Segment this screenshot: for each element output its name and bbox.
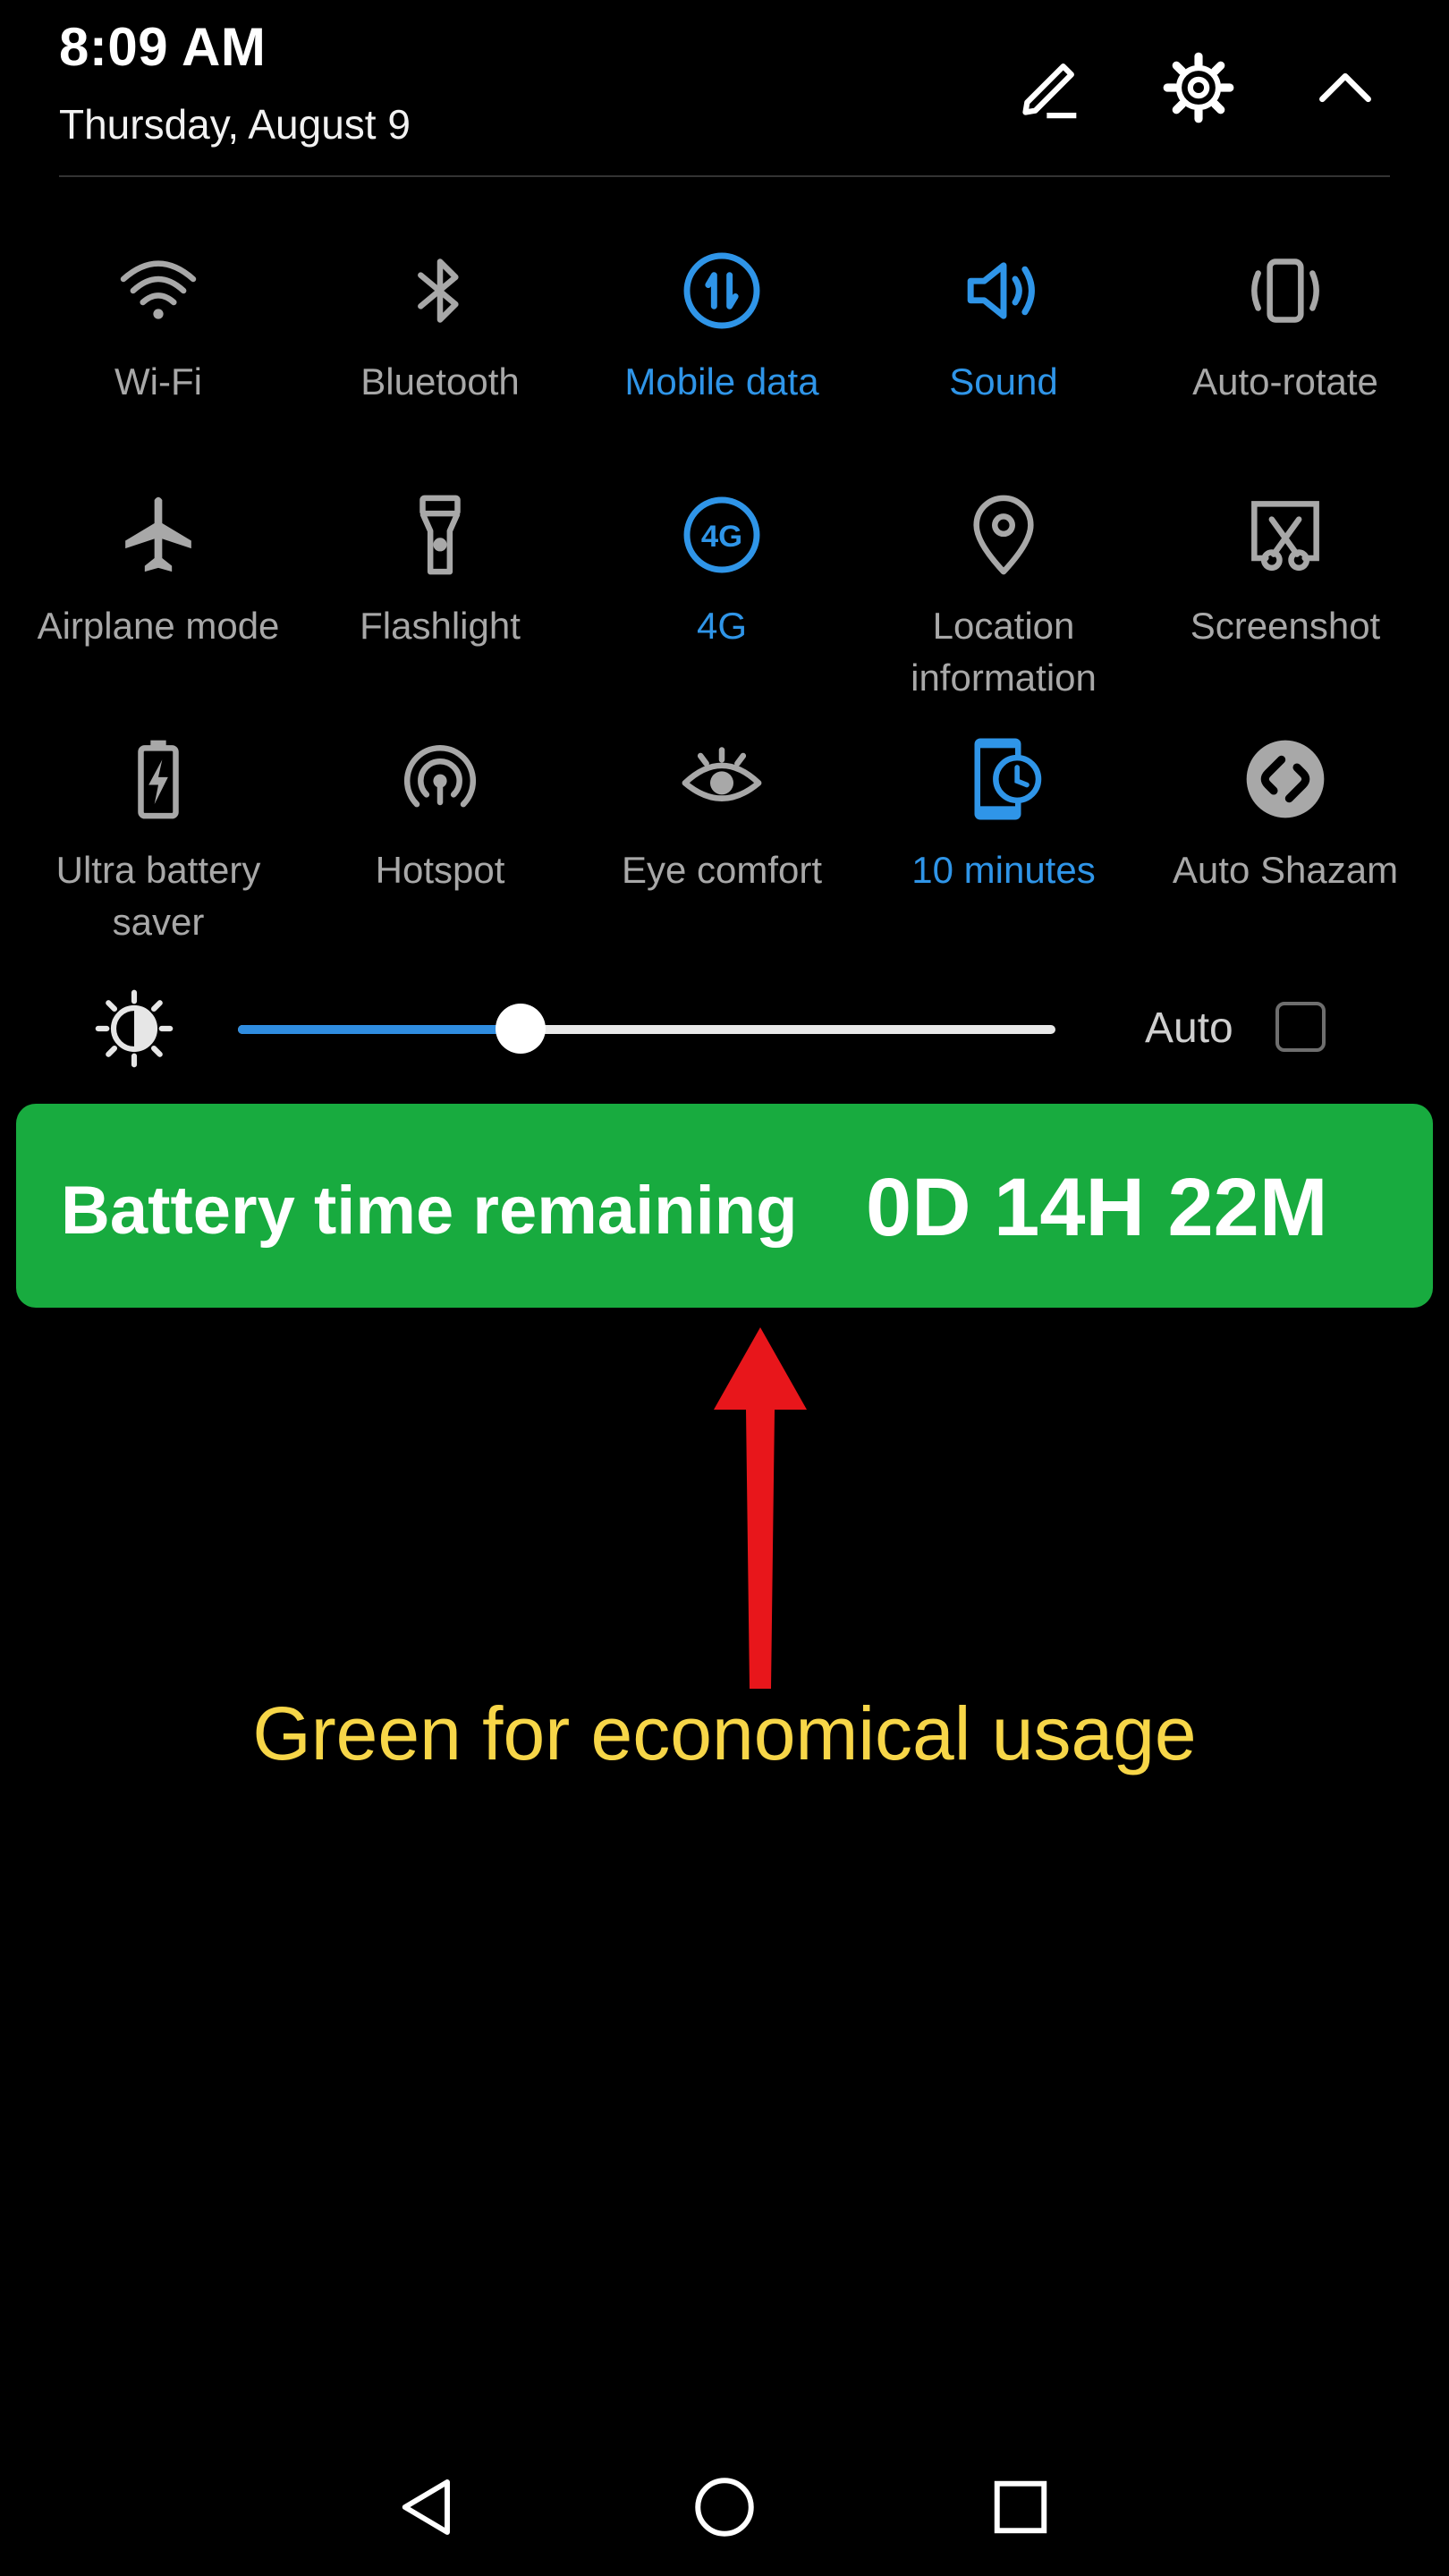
location-pin-icon	[954, 486, 1053, 584]
tile-label: Wi-Fi	[114, 360, 202, 402]
collapse-panel-button[interactable]	[1301, 43, 1390, 132]
annotation-arrow	[707, 1327, 814, 1692]
bluetooth-icon	[391, 242, 489, 340]
tile-label: Bluetooth	[360, 360, 520, 402]
mobile-data-icon	[673, 242, 771, 340]
tile-airplane-mode[interactable]: Airplane mode	[24, 486, 292, 652]
chevron-up-icon	[1319, 72, 1371, 103]
tile-screen-timeout[interactable]: 10 minutes	[869, 730, 1138, 896]
tile-flashlight[interactable]: Flashlight	[306, 486, 574, 652]
settings-gear-icon	[1163, 52, 1234, 123]
eye-icon	[673, 730, 771, 828]
tile-label: Auto Shazam	[1172, 849, 1399, 891]
annotation-caption: Green for economical usage	[252, 1691, 1197, 1775]
tile-screenshot[interactable]: Screenshot	[1151, 486, 1419, 652]
flashlight-icon	[391, 486, 489, 584]
wifi-icon	[109, 242, 208, 340]
brightness-icon	[93, 987, 175, 1070]
tile-hotspot[interactable]: Hotspot	[306, 730, 574, 896]
tile-sound[interactable]: Sound	[869, 242, 1138, 408]
tile-label: 4G	[696, 605, 748, 647]
battery-saver-icon	[109, 730, 208, 828]
header-divider	[59, 175, 1390, 177]
airplane-icon	[109, 486, 208, 584]
home-circle-icon	[695, 2478, 754, 2537]
tile-eye-comfort[interactable]: Eye comfort	[588, 730, 856, 896]
nav-home-button[interactable]	[684, 2467, 765, 2547]
battery-time-value: 0D 14H 22M	[866, 1162, 1328, 1253]
tile-label: Location information	[911, 605, 1097, 699]
tile-label: Hotspot	[375, 849, 505, 891]
tile-label: Flashlight	[360, 605, 521, 647]
clock-date: Thursday, August 9	[59, 101, 411, 148]
tile-label: 10 minutes	[911, 849, 1096, 891]
tile-label: Screenshot	[1190, 605, 1381, 647]
auto-brightness-label: Auto	[1145, 1004, 1233, 1052]
battery-time-label: Battery time remaining	[61, 1173, 798, 1249]
back-triangle-icon	[402, 2479, 450, 2535]
tile-4g[interactable]: 4G 4G	[588, 486, 856, 652]
clock-time: 8:09 AM	[59, 17, 267, 77]
screen-timeout-icon	[954, 730, 1053, 828]
auto-rotate-icon	[1236, 242, 1335, 340]
nav-back-button[interactable]	[388, 2467, 469, 2547]
tile-label: Auto-rotate	[1192, 360, 1378, 402]
settings-button[interactable]	[1154, 43, 1243, 132]
recents-square-icon	[994, 2480, 1047, 2534]
tile-wifi[interactable]: Wi-Fi	[24, 242, 292, 408]
hotspot-icon	[391, 730, 489, 828]
tile-label: Ultra battery saver	[55, 849, 261, 943]
brightness-slider-fill	[238, 1025, 521, 1034]
tile-ultra-battery-saver[interactable]: Ultra battery saver	[24, 730, 292, 948]
sound-icon	[954, 242, 1053, 340]
nav-recents-button[interactable]	[980, 2467, 1061, 2547]
edit-icon	[1022, 64, 1077, 119]
edit-button[interactable]	[1005, 43, 1095, 132]
auto-brightness-checkbox[interactable]	[1275, 1002, 1326, 1052]
tile-location-information[interactable]: Location information	[869, 486, 1138, 704]
screenshot-icon	[1236, 486, 1335, 584]
4g-icon: 4G	[673, 486, 771, 584]
tile-label: Mobile data	[624, 360, 819, 402]
tile-label: Airplane mode	[37, 605, 280, 647]
tile-label: Eye comfort	[621, 849, 823, 891]
tile-auto-shazam[interactable]: Auto Shazam	[1151, 730, 1419, 896]
tile-bluetooth[interactable]: Bluetooth	[306, 242, 574, 408]
tile-mobile-data[interactable]: Mobile data	[588, 242, 856, 408]
shazam-icon	[1236, 730, 1335, 828]
tile-auto-rotate[interactable]: Auto-rotate	[1151, 242, 1419, 408]
svg-text:4G: 4G	[701, 520, 742, 554]
tile-label: Sound	[949, 360, 1058, 402]
brightness-slider-thumb[interactable]	[496, 1004, 547, 1054]
